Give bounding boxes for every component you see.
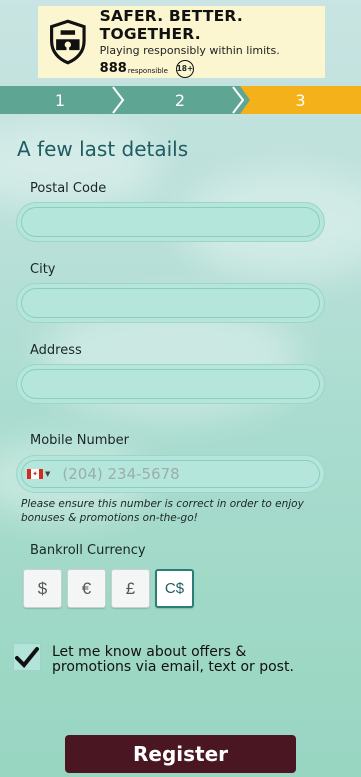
marketing-consent: Let me know about offers & promotions vi… [13,643,322,674]
brand-logo: 888 [99,61,127,76]
currency-selector: $ € £ C$ [23,569,194,608]
page-title: A few last details [17,137,189,161]
progress-steps: 1 2 3 [0,86,361,114]
step-2: 2 [120,86,250,114]
checkmark-icon [15,647,39,668]
mobile-number-field-wrap: ✦ ▼ [16,455,325,493]
city-label: City [30,262,56,277]
banner-subtitle: Playing responsibly within limits. [99,43,280,57]
mobile-number-label: Mobile Number [30,433,129,448]
banner-title: SAFER. BETTER. TOGETHER. [99,6,243,43]
currency-usd-button[interactable]: $ [23,569,62,608]
marketing-consent-checkbox[interactable] [13,643,41,671]
currency-gbp-button[interactable]: £ [111,569,150,608]
address-field-wrap [16,364,325,404]
age-restriction-badge: 18+ [175,59,194,78]
bankroll-currency-label: Bankroll Currency [30,543,146,558]
step-1-label: 1 [54,90,66,110]
step-3: 3 [240,86,361,114]
responsible-gaming-banner: SAFER. BETTER. TOGETHER. Playing respons… [38,6,325,78]
marketing-consent-text: Let me know about offers & promotions vi… [52,644,294,675]
city-input[interactable] [17,284,324,322]
canada-flag-icon[interactable]: ✦ [27,469,43,479]
step-2-label: 2 [174,90,186,110]
postal-code-field-wrap [16,202,325,242]
mobile-number-hint: Please ensure this number is correct in … [21,498,304,524]
chevron-right-icon [110,86,130,114]
postal-code-input[interactable] [17,203,324,241]
step-1: 1 [0,86,130,114]
step-3-label: 3 [295,90,306,110]
brand-suffix: responsible [127,66,168,75]
address-input[interactable] [17,365,324,403]
postal-code-label: Postal Code [30,181,107,196]
city-field-wrap [16,283,325,323]
currency-eur-button[interactable]: € [67,569,106,608]
mobile-number-input[interactable] [62,456,324,492]
shield-lock-icon [50,19,86,65]
currency-cad-button[interactable]: C$ [155,569,194,608]
address-label: Address [30,343,82,358]
country-dropdown-caret-icon[interactable]: ▼ [45,470,50,478]
chevron-right-icon [230,86,250,114]
register-button[interactable]: Register [65,735,296,773]
